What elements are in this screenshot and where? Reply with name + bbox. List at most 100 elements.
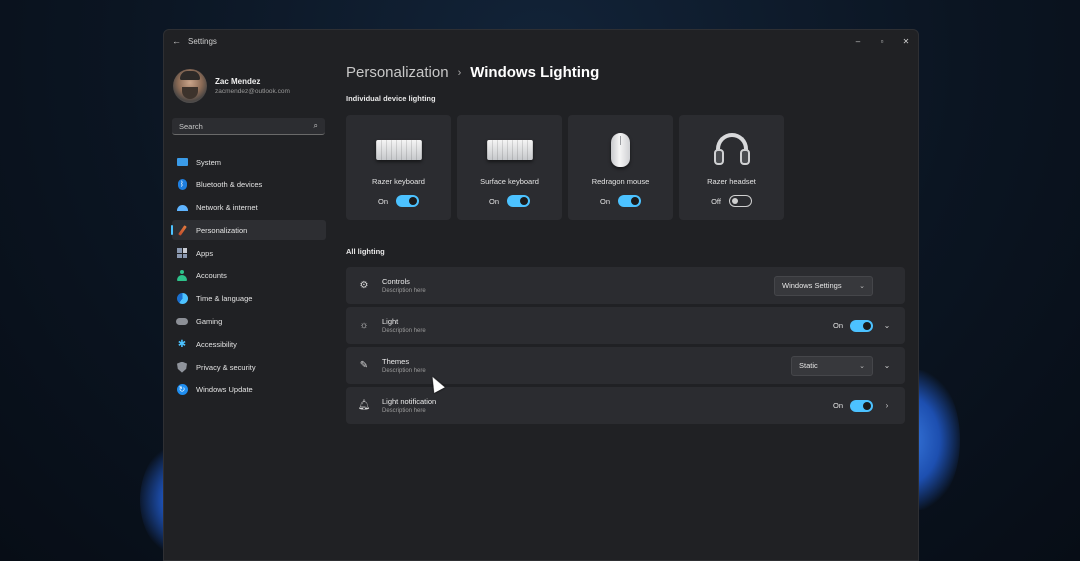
setting-description: Description here <box>382 288 426 294</box>
device-card-redragon-mouse[interactable]: Redragon mouse On <box>568 115 673 220</box>
bell-icon: 🔔︎ <box>357 400 371 411</box>
sidebar: Zac Mendez zacmendez@outlook.com Search … <box>164 52 334 560</box>
themes-dropdown[interactable]: Static ⌄ <box>791 355 873 376</box>
window-title: Settings <box>188 36 217 46</box>
sidebar-item-label: Personalization <box>196 225 248 235</box>
device-toggle[interactable] <box>618 195 641 207</box>
setting-description: Description here <box>382 328 426 334</box>
mouse-icon <box>568 133 673 167</box>
toggle-state-label: On <box>599 196 610 206</box>
sidebar-item-gaming[interactable]: Gaming <box>172 312 326 332</box>
setting-row-light[interactable]: ☼ Light Description here On ⌄ <box>346 307 905 344</box>
search-input[interactable]: Search ⌕ <box>172 118 325 135</box>
sidebar-item-apps[interactable]: Apps <box>172 243 326 263</box>
chevron-down-icon: ⌄ <box>859 362 865 370</box>
toggle-state-label: On <box>832 401 843 410</box>
dropdown-value: Windows Settings <box>782 281 842 290</box>
sidebar-item-accounts[interactable]: Accounts <box>172 266 326 286</box>
system-icon <box>176 156 188 168</box>
globe-clock-icon <box>176 293 188 305</box>
sidebar-item-privacy[interactable]: Privacy & security <box>172 357 326 377</box>
sidebar-item-label: Privacy & security <box>196 362 256 372</box>
setting-title: Light <box>382 317 399 326</box>
bluetooth-icon: ᛒ <box>176 179 188 191</box>
settings-window: ← Settings – ▫ ✕ Zac Mendez zacmendez@ou… <box>163 29 919 561</box>
device-name: Razer keyboard <box>372 177 425 186</box>
toggle-state-label: On <box>832 321 843 330</box>
device-toggle[interactable] <box>728 195 752 207</box>
setting-title: Themes <box>382 357 410 366</box>
maximize-icon[interactable]: ▫ <box>870 37 894 46</box>
device-name: Redragon mouse <box>591 177 650 186</box>
search-placeholder: Search <box>179 121 203 131</box>
breadcrumb-parent[interactable]: Personalization <box>346 64 449 81</box>
sidebar-item-windows-update[interactable]: ↻ Windows Update <box>172 380 326 400</box>
user-profile[interactable]: Zac Mendez zacmendez@outlook.com <box>164 52 334 108</box>
chevron-right-icon[interactable]: › <box>879 401 895 410</box>
sidebar-item-label: Windows Update <box>196 385 253 395</box>
sidebar-item-system[interactable]: System <box>172 152 326 172</box>
device-toggle-row: On <box>346 195 451 207</box>
shield-icon <box>176 361 188 373</box>
device-card-razer-keyboard[interactable]: Razer keyboard On <box>346 115 451 220</box>
close-icon[interactable]: ✕ <box>894 37 918 46</box>
sidebar-item-label: Apps <box>196 248 214 258</box>
sidebar-item-label: Gaming <box>196 317 223 327</box>
chevron-right-icon: › <box>457 66 462 79</box>
profile-name: Zac Mendez <box>215 77 261 86</box>
device-toggle-row: Off <box>679 195 784 207</box>
main-content: Personalization › Windows Lighting Indiv… <box>346 52 918 560</box>
wifi-icon <box>176 202 188 214</box>
chevron-down-icon[interactable]: ⌄ <box>879 321 895 330</box>
sun-icon: ☼ <box>359 320 369 331</box>
controls-dropdown[interactable]: Windows Settings ⌄ <box>774 275 873 296</box>
device-cards: Razer keyboard On Surface keyboard On Re… <box>346 115 918 220</box>
breadcrumb: Personalization › Windows Lighting <box>346 64 918 81</box>
section-title-all-lighting: All lighting <box>346 247 385 256</box>
gear-icon: ⚙ <box>359 280 369 291</box>
sidebar-nav: System ᛒ Bluetooth & devices Network & i… <box>164 152 334 400</box>
setting-row-light-notification[interactable]: 🔔︎ Light notification Description here O… <box>346 387 905 424</box>
sidebar-item-accessibility[interactable]: ✱ Accessibility <box>172 334 326 354</box>
sidebar-item-personalization[interactable]: Personalization <box>171 220 326 241</box>
sidebar-item-network[interactable]: Network & internet <box>172 198 326 218</box>
sidebar-item-label: Accessibility <box>196 339 237 349</box>
keyboard-icon <box>457 135 562 165</box>
chevron-down-icon[interactable]: ⌄ <box>879 361 895 370</box>
setting-description: Description here <box>382 408 426 414</box>
avatar <box>173 69 207 103</box>
light-notification-toggle[interactable] <box>850 399 873 412</box>
section-title-device-lighting: Individual device lighting <box>346 94 436 103</box>
person-icon <box>176 270 188 282</box>
sidebar-item-bluetooth[interactable]: ᛒ Bluetooth & devices <box>172 175 326 195</box>
update-icon: ↻ <box>176 384 188 396</box>
chevron-down-icon: ⌄ <box>859 282 865 290</box>
device-toggle[interactable] <box>396 195 419 207</box>
toggle-state-label: Off <box>711 196 721 206</box>
brush-icon <box>176 224 188 236</box>
sidebar-item-time-language[interactable]: Time & language <box>172 289 326 309</box>
pen-icon: ✎ <box>359 360 369 371</box>
profile-email: zacmendez@outlook.com <box>215 88 290 95</box>
back-arrow-icon[interactable]: ← <box>172 36 182 46</box>
sidebar-item-label: Accounts <box>196 271 227 281</box>
toggle-state-label: On <box>488 196 499 206</box>
dropdown-value: Static <box>799 361 818 370</box>
gamepad-icon <box>176 316 188 328</box>
sidebar-item-label: Time & language <box>196 294 253 304</box>
title-bar: ← Settings – ▫ ✕ <box>164 30 918 52</box>
setting-row-controls[interactable]: ⚙ Controls Description here Windows Sett… <box>346 267 905 304</box>
light-toggle[interactable] <box>850 319 873 332</box>
device-toggle[interactable] <box>507 195 530 207</box>
setting-title: Controls <box>382 277 410 286</box>
sidebar-item-label: Bluetooth & devices <box>196 180 263 190</box>
device-toggle-row: On <box>457 195 562 207</box>
sidebar-item-label: System <box>196 157 222 167</box>
setting-title: Light notification <box>382 397 437 406</box>
toggle-state-label: On <box>377 196 388 206</box>
device-name: Razer headset <box>707 177 756 186</box>
device-card-surface-keyboard[interactable]: Surface keyboard On <box>457 115 562 220</box>
minimize-icon[interactable]: – <box>846 37 870 46</box>
device-card-razer-headset[interactable]: Razer headset Off <box>679 115 784 220</box>
apps-icon <box>176 247 188 259</box>
